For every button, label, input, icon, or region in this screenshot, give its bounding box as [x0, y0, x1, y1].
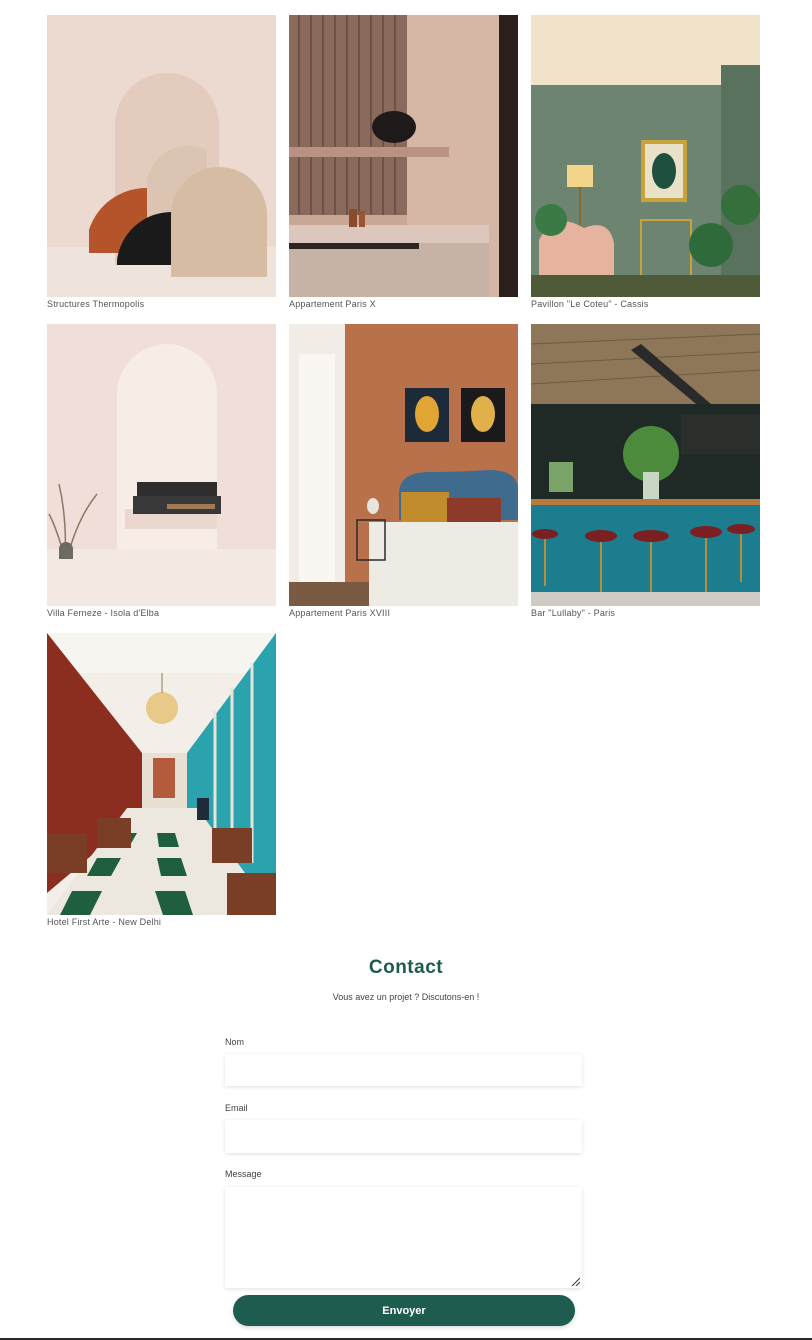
project-image[interactable]	[47, 15, 276, 297]
project-caption: Appartement Paris X	[289, 299, 376, 309]
project-card[interactable]: Bar "Lullaby" - Paris	[531, 324, 760, 618]
project-caption: Appartement Paris XVIII	[289, 608, 391, 618]
project-image[interactable]	[47, 324, 276, 606]
message-textarea[interactable]	[225, 1187, 582, 1288]
project-card[interactable]: Pavillon "Le Coteu" - Cassis	[531, 15, 760, 309]
project-image[interactable]	[289, 15, 518, 297]
project-image[interactable]	[531, 15, 760, 297]
project-caption: Villa Ferneze - Isola d'Elba	[47, 608, 160, 618]
project-card[interactable]: Appartement Paris X	[289, 15, 518, 309]
project-card[interactable]: Structures Thermopolis	[47, 15, 276, 309]
project-card[interactable]: Hotel First Arte - New Delhi	[47, 633, 276, 927]
email-input[interactable]	[225, 1120, 582, 1153]
name-input[interactable]	[225, 1054, 582, 1086]
message-label: Message	[225, 1169, 262, 1179]
submit-button[interactable]: Envoyer	[233, 1295, 575, 1326]
contact-subtitle: Vous avez un projet ? Discutons-en !	[332, 992, 480, 1002]
project-image[interactable]	[531, 324, 760, 606]
name-label: Nom	[225, 1037, 245, 1047]
project-image[interactable]	[47, 633, 276, 915]
project-caption: Hotel First Arte - New Delhi	[47, 917, 162, 927]
resize-grip-icon[interactable]	[570, 1276, 580, 1286]
project-caption: Bar "Lullaby" - Paris	[531, 608, 616, 618]
project-image[interactable]	[289, 324, 518, 606]
project-caption: Structures Thermopolis	[47, 299, 145, 309]
project-card[interactable]: Villa Ferneze - Isola d'Elba	[47, 324, 276, 618]
email-label: Email	[225, 1103, 248, 1113]
project-caption: Pavillon "Le Coteu" - Cassis	[531, 299, 649, 309]
project-card[interactable]: Appartement Paris XVIII	[289, 324, 518, 618]
contact-title: Contact	[368, 957, 444, 978]
